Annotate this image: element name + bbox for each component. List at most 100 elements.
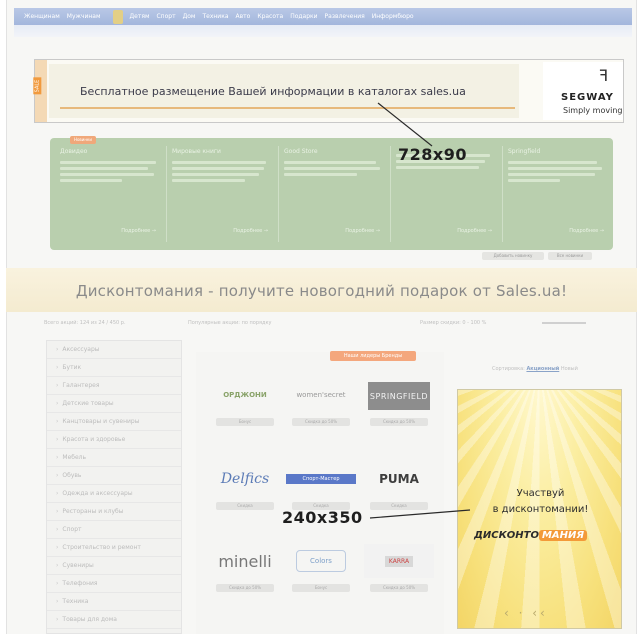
brand-card[interactable]: minelli Скидка до 50%: [210, 538, 280, 600]
sidebar-item[interactable]: Бутик: [47, 359, 181, 377]
promo-more-link[interactable]: Подробнее →: [345, 228, 380, 234]
sidebar-item[interactable]: Детские товары: [47, 395, 181, 413]
promo-title: Good Store: [284, 148, 318, 155]
nav-item-tech[interactable]: Техника: [202, 13, 228, 20]
brand-card[interactable]: KARRA Скидка до 50%: [364, 538, 434, 600]
nav-item-women[interactable]: Женщинам: [24, 13, 60, 20]
promo-column[interactable]: Good Store Подробнее →: [284, 148, 388, 242]
segway-tagline: Simply moving: [563, 106, 623, 115]
brand-card[interactable]: PUMA Скидка: [364, 456, 434, 518]
brand-logo: minelli: [218, 551, 272, 571]
promo-title: Мировые книги: [172, 148, 221, 155]
brands-grid: ОРДЖОНИ Бонус women'secret Скидка до 50%…: [196, 352, 444, 634]
nav-item-gifts[interactable]: Подарки: [290, 13, 317, 20]
discountomania-logo: ДИСКОНТО МАНИЯ: [474, 530, 588, 541]
promo-more-link[interactable]: Подробнее →: [121, 228, 156, 234]
sidebar-item[interactable]: Спорт: [47, 521, 181, 539]
sidebar-item[interactable]: Строительство и ремонт: [47, 539, 181, 557]
sidebar-item[interactable]: Сувениры: [47, 557, 181, 575]
page-heading: Дисконтомания - получите новогодний пода…: [75, 282, 568, 300]
brand-button[interactable]: Бонус: [216, 418, 274, 426]
sidebar-item[interactable]: Канцтовары и сувениры: [47, 413, 181, 431]
promo-column[interactable]: Springfield Подробнее →: [508, 148, 612, 242]
nav-item-beauty[interactable]: Красота: [257, 13, 283, 20]
brand-card[interactable]: Colors Бонус: [286, 538, 356, 600]
brand-card[interactable]: Delfics Скидка: [210, 456, 280, 518]
brand-card[interactable]: SPRINGFIELD Скидка до 50%: [364, 372, 434, 434]
nav-item-home[interactable]: Дом: [183, 13, 196, 20]
banner-side-strip: SALE: [33, 60, 47, 122]
brand-card[interactable]: ОРДЖОНИ Бонус: [210, 372, 280, 434]
sidebar-item[interactable]: Техника: [47, 593, 181, 611]
size-label-240x350: 240x350: [282, 508, 363, 527]
all-novelties-button[interactable]: Все новинки: [548, 252, 592, 260]
brand-logo: SPRINGFIELD: [368, 382, 430, 410]
brand-button[interactable]: Скидка до 50%: [370, 418, 428, 426]
nav-item-entertainment[interactable]: Развлечения: [325, 13, 365, 20]
tab-new[interactable]: Новый: [561, 366, 578, 372]
brand-button[interactable]: Скидка: [216, 502, 274, 510]
nav-item-kids[interactable]: Детям: [129, 13, 149, 20]
brand-button[interactable]: Скидка до 50%: [216, 584, 274, 592]
brand-button[interactable]: Скидка до 50%: [370, 584, 428, 592]
size-label-728x90: 728x90: [398, 145, 467, 164]
banner-footer-mark: ‹ · ‹‹: [504, 606, 548, 620]
banner-line-2: в дисконтомании!: [492, 504, 589, 515]
sidebar-item[interactable]: Обувь: [47, 467, 181, 485]
add-novelty-button[interactable]: Добавить новинку: [482, 252, 544, 260]
banner-underline: [60, 107, 515, 109]
sort-tabs: Сортировка: Акционный Новый: [492, 366, 578, 372]
promo-panel: Довидео Подробнее → Мировые книги Подроб…: [50, 138, 613, 250]
brand-card[interactable]: women'secret Скидка до 50%: [286, 372, 356, 434]
promo-column[interactable]: Мировые книги Подробнее →: [172, 148, 276, 242]
sidebar-item[interactable]: Красота и здоровье: [47, 431, 181, 449]
promo-pills: Добавить новинку Все новинки: [482, 252, 592, 260]
filter-row: Всего акций: 124 из 24 / 450 р. Популярн…: [40, 318, 625, 328]
promo-more-link[interactable]: Подробнее →: [457, 228, 492, 234]
brand-button[interactable]: Скидка до 50%: [292, 418, 350, 426]
discount-slider[interactable]: [542, 322, 586, 324]
promo-more-link[interactable]: Подробнее →: [569, 228, 604, 234]
top-banner[interactable]: SALE Бесплатное размещение Вашей информа…: [33, 59, 624, 123]
sidebar-item[interactable]: Рестораны и клубы: [47, 503, 181, 521]
brand-button[interactable]: Скидка: [370, 502, 428, 510]
brand-logo: Спорт-Мастер: [286, 474, 356, 484]
brand-logo: ОРДЖОНИ: [223, 391, 267, 399]
tab-active[interactable]: Акционный: [526, 366, 559, 372]
sub-bar: [14, 25, 632, 37]
nav-item-sport[interactable]: Спорт: [156, 13, 175, 20]
filter-middle[interactable]: Популярные акции: по порядку: [188, 320, 271, 326]
brand-logo: women'secret: [296, 391, 346, 399]
sidebar-item[interactable]: Телефония: [47, 575, 181, 593]
gift-icon: [113, 9, 124, 24]
promo-column[interactable]: Довидео Подробнее →: [60, 148, 164, 242]
brand-button[interactable]: Бонус: [292, 584, 350, 592]
promo-title: Springfield: [508, 148, 541, 155]
brand-logo: Delfics: [220, 471, 270, 487]
brands-badge: Наши лидеры Бренды: [330, 351, 416, 361]
sidebar-item[interactable]: Аксессуары: [47, 341, 181, 359]
side-banner[interactable]: Участвуй в дисконтомании! ДИСКОНТО МАНИЯ …: [457, 389, 622, 629]
nav-item-auto[interactable]: Авто: [236, 13, 251, 20]
segway-icon: ꟻ: [599, 66, 609, 85]
sidebar-item[interactable]: Мебель: [47, 449, 181, 467]
segway-logo: SEGWAY: [561, 92, 614, 103]
promo-more-link[interactable]: Подробнее →: [233, 228, 268, 234]
banner-line-1: Участвуй: [516, 488, 565, 499]
nav-item-info[interactable]: Информбюро: [372, 13, 414, 20]
sidebar-item[interactable]: Товары для дома: [47, 611, 181, 629]
nav-item-men[interactable]: Мужчинам: [67, 13, 101, 20]
brand-logo: Colors: [296, 550, 346, 572]
sidebar-item[interactable]: Одежда и аксессуары: [47, 485, 181, 503]
segway-ad[interactable]: ꟻ SEGWAY Simply moving: [543, 62, 623, 120]
strip-label: SALE: [33, 77, 42, 95]
filter-left: Всего акций: 124 из 24 / 450 р.: [44, 320, 126, 326]
brand-logo: PUMA: [379, 472, 419, 486]
promo-badge: Новинки: [70, 136, 96, 144]
top-nav: Женщинам Мужчинам Детям Спорт Дом Техник…: [14, 8, 632, 25]
sidebar-item[interactable]: Галантерея: [47, 377, 181, 395]
banner-text: Бесплатное размещение Вашей информации в…: [80, 85, 466, 98]
promo-title: Довидео: [60, 148, 88, 155]
brand-logo: KARRA: [364, 544, 434, 578]
filter-right: Размер скидки: 0 - 100 %: [420, 320, 487, 326]
